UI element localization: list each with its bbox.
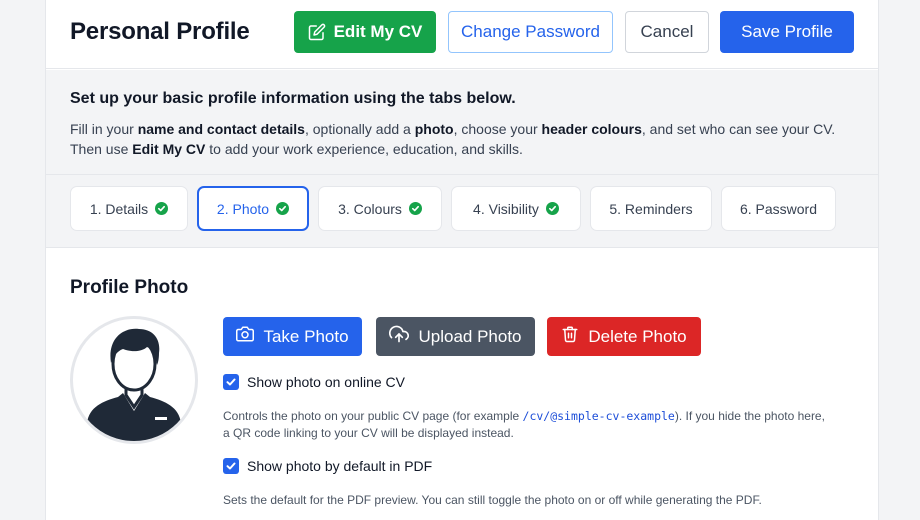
tab-password[interactable]: 6. Password xyxy=(721,186,836,231)
delete-photo-label: Delete Photo xyxy=(588,326,687,346)
upload-photo-button[interactable]: Upload Photo xyxy=(376,317,535,356)
page-title: Personal Profile xyxy=(70,18,250,45)
show-online-help: Controls the photo on your public CV pag… xyxy=(223,408,833,442)
intro-text: , choose your xyxy=(453,121,542,137)
profile-photo xyxy=(70,316,198,444)
save-profile-label: Save Profile xyxy=(741,22,833,41)
check-circle-icon xyxy=(276,202,290,215)
tab-reminders[interactable]: 5. Reminders xyxy=(590,186,712,231)
intro-highlight: header colours xyxy=(541,121,642,137)
intro-highlight: name and contact details xyxy=(137,121,305,137)
camera-icon xyxy=(236,325,255,348)
tab-colours[interactable]: 3. Colours xyxy=(318,186,442,231)
intro-text: , optionally add a xyxy=(304,121,415,137)
edit-cv-button[interactable]: Edit My CV xyxy=(294,11,436,53)
check-circle-icon xyxy=(545,202,559,215)
delete-photo-button[interactable]: Delete Photo xyxy=(547,317,701,356)
edit-icon xyxy=(308,23,326,41)
tab-details[interactable]: 1. Details xyxy=(70,186,188,231)
show-online-label: Show photo on online CV xyxy=(247,374,405,390)
upload-photo-label: Upload Photo xyxy=(418,326,522,346)
tab-label: 5. Reminders xyxy=(609,200,693,217)
cancel-button[interactable]: Cancel xyxy=(625,11,709,53)
tab-label: 4. Visibility xyxy=(473,200,539,217)
intro-text: Fill in your xyxy=(70,121,138,137)
tab-visibility[interactable]: 4. Visibility xyxy=(451,186,581,231)
tab-photo[interactable]: 2. Photo xyxy=(197,186,309,231)
take-photo-button[interactable]: Take Photo xyxy=(223,317,362,356)
change-password-button[interactable]: Change Password xyxy=(448,11,613,53)
tab-label: 2. Photo xyxy=(216,200,270,217)
show-pdf-checkbox[interactable] xyxy=(223,458,239,474)
page-header: Personal Profile Edit My CV Change Passw… xyxy=(46,0,878,69)
profile-card: Personal Profile Edit My CV Change Passw… xyxy=(45,0,879,520)
section-title: Profile Photo xyxy=(70,277,189,298)
intro-panel: Set up your basic profile information us… xyxy=(46,70,878,175)
edit-cv-label: Edit My CV xyxy=(333,22,423,41)
cloud-upload-icon xyxy=(389,324,410,349)
help-text: Controls the photo on your public CV pag… xyxy=(223,409,523,423)
tab-label: 1. Details xyxy=(89,200,149,217)
show-pdf-help: Sets the default for the PDF preview. Yo… xyxy=(223,493,762,507)
intro-title: Set up your basic profile information us… xyxy=(70,90,516,107)
intro-highlight: Edit My CV xyxy=(132,141,206,157)
tab-label: 6. Password xyxy=(739,200,818,217)
intro-highlight: photo xyxy=(414,121,454,137)
tab-label: 3. Colours xyxy=(338,200,402,217)
show-pdf-option: Show photo by default in PDF xyxy=(223,458,432,474)
check-circle-icon xyxy=(408,202,422,215)
profile-tabs: 1. Details 2. Photo 3. Colours 4. Visibi… xyxy=(46,175,878,248)
take-photo-label: Take Photo xyxy=(263,326,349,346)
show-online-option: Show photo on online CV xyxy=(223,374,405,390)
avatar-placeholder-icon xyxy=(87,328,181,441)
change-password-label: Change Password xyxy=(461,22,600,41)
cv-url-example: /cv/@simple-cv-example xyxy=(522,409,675,423)
trash-icon xyxy=(561,325,579,348)
intro-description: Fill in your name and contact details, o… xyxy=(70,119,860,159)
save-profile-button[interactable]: Save Profile xyxy=(720,11,854,53)
cancel-label: Cancel xyxy=(640,22,694,41)
intro-text: to add your work experience, education, … xyxy=(205,141,523,157)
show-pdf-label: Show photo by default in PDF xyxy=(247,458,433,474)
show-online-checkbox[interactable] xyxy=(223,374,239,390)
check-circle-icon xyxy=(155,202,169,215)
